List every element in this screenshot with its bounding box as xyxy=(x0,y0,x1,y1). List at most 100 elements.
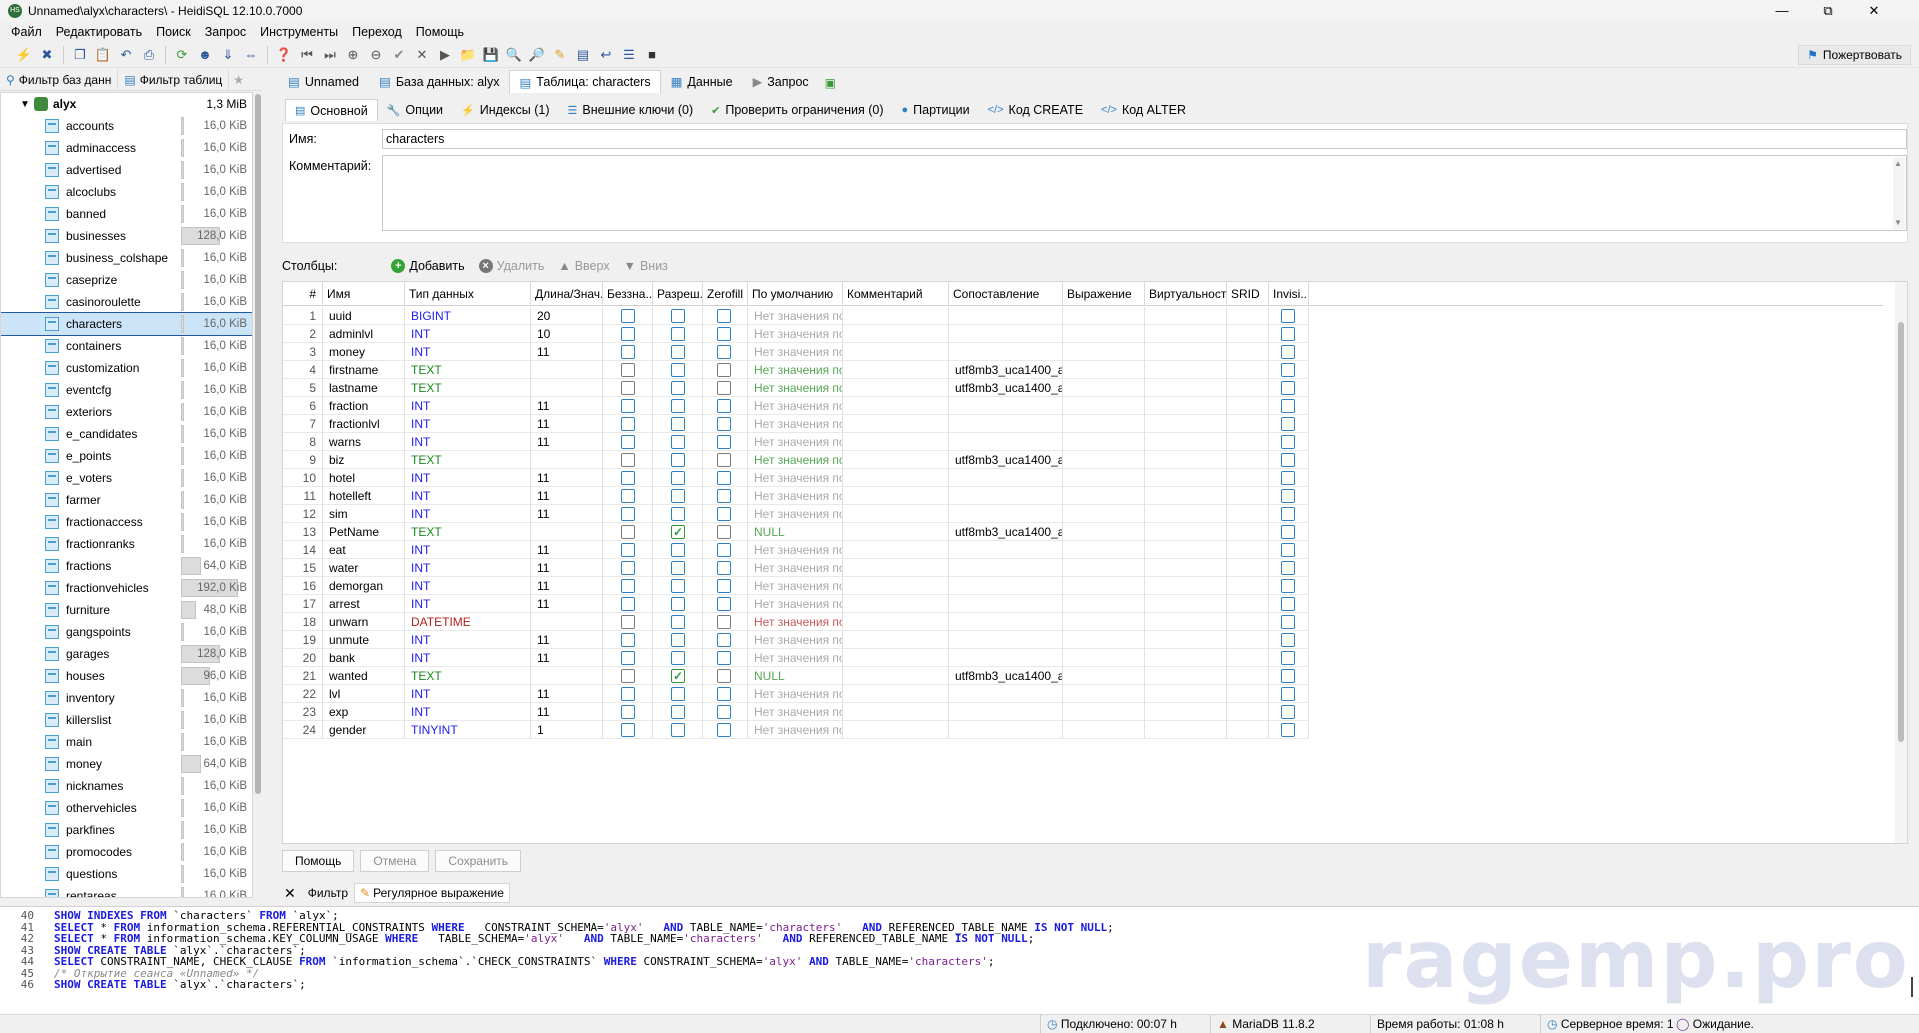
undo-icon[interactable]: ↶ xyxy=(116,45,136,65)
first-record-icon[interactable]: ⏮ xyxy=(297,45,317,65)
grid-cell[interactable] xyxy=(1145,433,1227,451)
grid-cell[interactable] xyxy=(1063,487,1145,505)
grid-cell[interactable]: 9 xyxy=(283,451,323,469)
checkbox[interactable] xyxy=(621,435,635,449)
invisible-checkbox[interactable] xyxy=(1281,381,1295,395)
checkbox[interactable] xyxy=(671,705,685,719)
grid-cell[interactable] xyxy=(949,559,1063,577)
grid-cell[interactable] xyxy=(1145,325,1227,343)
invisible-checkbox[interactable] xyxy=(1281,345,1295,359)
grid-cell[interactable]: lvl xyxy=(323,685,405,703)
checkbox[interactable] xyxy=(621,543,635,557)
grid-cell[interactable]: 11 xyxy=(531,433,603,451)
table-row[interactable]: 2adminlvlINT10 Нет значения по ... xyxy=(283,325,1883,343)
checkbox[interactable] xyxy=(621,453,635,467)
grid-cell[interactable] xyxy=(843,415,949,433)
grid-cell[interactable] xyxy=(1227,595,1269,613)
grid-cell[interactable] xyxy=(653,451,703,469)
table-row[interactable]: 19unmuteINT11 Нет значения по ... xyxy=(283,631,1883,649)
grid-cell[interactable] xyxy=(1227,721,1269,739)
grid-cell[interactable]: utf8mb3_uca1400_ai_ci xyxy=(949,379,1063,397)
open-folder-icon[interactable]: 📁 xyxy=(458,45,478,65)
grid-cell[interactable]: Нет значения по ... xyxy=(748,649,843,667)
grid-cell[interactable] xyxy=(1145,487,1227,505)
table-comment-input[interactable]: ▲ ▼ xyxy=(382,155,1907,231)
subtab-7[interactable]: </> Код ALTER xyxy=(1092,99,1195,121)
grid-cell[interactable]: 2 xyxy=(283,325,323,343)
checkbox[interactable] xyxy=(671,597,685,611)
grid-cell[interactable]: Нет значения по ... xyxy=(748,415,843,433)
grid-cell[interactable] xyxy=(653,433,703,451)
tree-table-item[interactable]: fractionaccess 16,0 KiB xyxy=(1,511,252,533)
grid-cell[interactable] xyxy=(1227,631,1269,649)
tab-2[interactable]: ▤ Таблица: characters xyxy=(509,70,661,93)
grid-cell[interactable] xyxy=(1269,595,1309,613)
grid-header-cell[interactable]: Длина/Знач... xyxy=(531,282,603,306)
grid-cell[interactable] xyxy=(703,469,748,487)
invisible-checkbox[interactable] xyxy=(1281,327,1295,341)
grid-cell[interactable] xyxy=(531,379,603,397)
grid-header-cell[interactable]: Zerofill xyxy=(703,282,748,306)
grid-header-cell[interactable]: Разреш... xyxy=(653,282,703,306)
invisible-checkbox[interactable] xyxy=(1281,615,1295,629)
checkbox[interactable] xyxy=(717,345,731,359)
tree-table-item[interactable]: money 64,0 KiB xyxy=(1,753,252,775)
table-row[interactable]: 6fractionINT11 Нет значения по ... xyxy=(283,397,1883,415)
table-row[interactable]: 14eatINT11 Нет значения по ... xyxy=(283,541,1883,559)
grid-cell[interactable]: INT xyxy=(405,559,531,577)
checkbox[interactable] xyxy=(671,381,685,395)
grid-cell[interactable] xyxy=(843,487,949,505)
tree-table-item[interactable]: characters 16,0 KiB xyxy=(1,312,252,336)
table-row[interactable]: 12simINT11 Нет значения по ... xyxy=(283,505,1883,523)
checkbox[interactable] xyxy=(671,399,685,413)
grid-header-cell[interactable]: По умолчанию xyxy=(748,282,843,306)
run-icon[interactable]: ▶ xyxy=(435,45,455,65)
grid-header-cell[interactable]: Беззна... xyxy=(603,282,653,306)
grid-cell[interactable]: 11 xyxy=(531,505,603,523)
grid-cell[interactable]: TEXT xyxy=(405,361,531,379)
grid-cell[interactable] xyxy=(653,703,703,721)
subtab-3[interactable]: ☰ Внешние ключи (0) xyxy=(558,99,702,121)
grid-cell[interactable]: INT xyxy=(405,325,531,343)
grid-cell[interactable]: Нет значения по ... xyxy=(748,613,843,631)
grid-cell[interactable] xyxy=(1227,469,1269,487)
menu-item[interactable]: Файл xyxy=(4,25,49,39)
grid-cell[interactable] xyxy=(653,523,703,541)
checkbox[interactable] xyxy=(671,471,685,485)
checkbox[interactable] xyxy=(717,723,731,737)
invisible-checkbox[interactable] xyxy=(1281,687,1295,701)
grid-cell[interactable]: uuid xyxy=(323,307,405,325)
table-row[interactable]: 9bizTEXT Нет значения по ... utf8mb3_uca14… xyxy=(283,451,1883,469)
grid-cell[interactable] xyxy=(1145,415,1227,433)
grid-cell[interactable]: 12 xyxy=(283,505,323,523)
donate-button[interactable]: ⚑ Пожертвовать xyxy=(1798,45,1911,65)
close-filter-icon[interactable]: ✕ xyxy=(278,885,302,902)
grid-cell[interactable] xyxy=(653,685,703,703)
grid-cell[interactable] xyxy=(1063,649,1145,667)
grid-cell[interactable] xyxy=(1227,577,1269,595)
grid-cell[interactable] xyxy=(603,595,653,613)
tree-table-item[interactable]: fractionranks 16,0 KiB xyxy=(1,533,252,555)
grid-cell[interactable] xyxy=(653,343,703,361)
checkbox[interactable] xyxy=(621,417,635,431)
grid-cell[interactable] xyxy=(703,667,748,685)
grid-cell[interactable] xyxy=(603,523,653,541)
grid-header-cell[interactable]: Сопоставление xyxy=(949,282,1063,306)
tree-table-item[interactable]: fractionvehicles 192,0 KiB xyxy=(1,577,252,599)
grid-cell[interactable]: firstname xyxy=(323,361,405,379)
grid-cell[interactable]: Нет значения по ... xyxy=(748,703,843,721)
remove-column-button[interactable]: × Удалить xyxy=(478,259,544,273)
grid-cell[interactable] xyxy=(1145,505,1227,523)
grid-cell[interactable] xyxy=(703,433,748,451)
grid-cell[interactable] xyxy=(1269,685,1309,703)
grid-cell[interactable] xyxy=(703,415,748,433)
table-row[interactable]: 16demorganINT11 Нет значения по ... xyxy=(283,577,1883,595)
grid-cell[interactable] xyxy=(603,361,653,379)
tree-table-item[interactable]: e_candidates 16,0 KiB xyxy=(1,423,252,445)
grid-cell[interactable] xyxy=(603,559,653,577)
grid-header-cell[interactable]: Имя xyxy=(323,282,405,306)
grid-cell[interactable] xyxy=(703,505,748,523)
grid-cell[interactable] xyxy=(1063,415,1145,433)
grid-cell[interactable] xyxy=(1227,307,1269,325)
tab-3[interactable]: ▦ Данные xyxy=(661,70,743,93)
